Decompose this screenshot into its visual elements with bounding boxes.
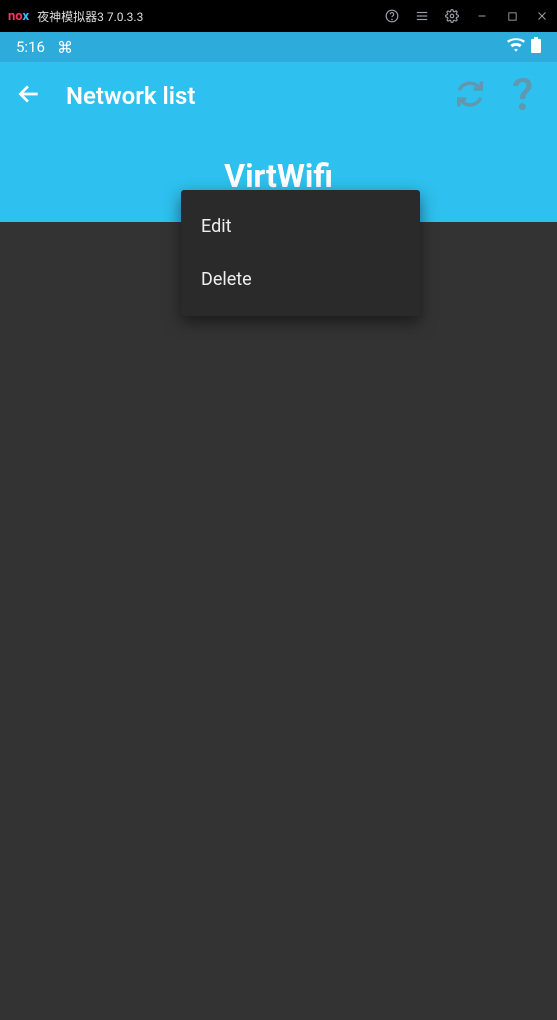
help-icon[interactable] (513, 78, 541, 114)
help-circle-icon[interactable] (385, 9, 399, 23)
page-title: Network list (66, 82, 431, 110)
emulator-title-bar: nox 夜神模拟器3 7.0.3.3 (0, 0, 557, 32)
command-icon: ⌘ (57, 38, 73, 57)
back-arrow-icon[interactable] (16, 81, 42, 111)
menu-item-edit[interactable]: Edit (181, 200, 420, 253)
status-time: 5:16 (16, 38, 45, 56)
app-header: Network list (0, 62, 557, 130)
android-status-bar: 5:16 ⌘ (0, 32, 557, 62)
menu-item-delete[interactable]: Delete (181, 253, 420, 306)
gear-icon[interactable] (445, 9, 459, 23)
minimize-icon[interactable] (475, 9, 489, 23)
close-icon[interactable] (535, 9, 549, 23)
battery-icon (531, 37, 541, 57)
wifi-icon (507, 38, 525, 56)
emulator-window-controls (385, 9, 549, 23)
menu-icon[interactable] (415, 9, 429, 23)
emulator-logo: nox (8, 9, 29, 24)
emulator-window-title: 夜神模拟器3 7.0.3.3 (37, 8, 385, 25)
context-menu: Edit Delete (181, 190, 420, 316)
refresh-icon[interactable] (455, 79, 485, 113)
main-content-area (0, 222, 557, 1020)
maximize-icon[interactable] (505, 9, 519, 23)
